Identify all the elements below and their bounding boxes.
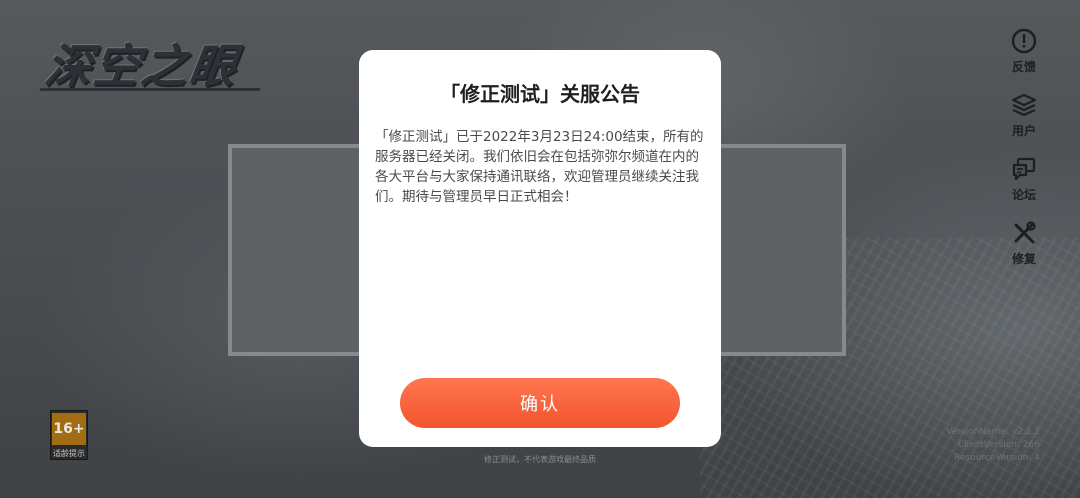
- layers-icon: [1011, 93, 1037, 117]
- nav-forum[interactable]: 论坛: [1000, 156, 1048, 220]
- right-nav: 反馈 用户 论坛 修复: [1000, 28, 1048, 284]
- nav-feedback-label: 反馈: [1011, 60, 1036, 74]
- announcement-dialog: 「修正测试」关服公告 「修正测试」已于2022年3月23日24:00结束，所有的…: [359, 50, 721, 447]
- resource-version: ResourceVersion: 4: [954, 453, 1040, 463]
- client-version: ClientVersion: 266: [957, 440, 1040, 450]
- nav-forum-label: 论坛: [1011, 188, 1036, 202]
- logo-underline: [39, 88, 261, 91]
- age-rating-value: 16+: [52, 413, 86, 445]
- game-logo: 深空之眼: [41, 39, 242, 93]
- nav-user-label: 用户: [1011, 124, 1036, 138]
- nav-feedback[interactable]: 反馈: [1000, 28, 1048, 92]
- repair-icon: [1014, 221, 1036, 244]
- confirm-button[interactable]: 确认: [400, 378, 680, 428]
- nav-repair-label: 修复: [1011, 252, 1036, 266]
- nav-user[interactable]: 用户: [1000, 92, 1048, 156]
- version-info: VersionName: v2.2.2 ClientVersion: 266 R…: [946, 426, 1040, 465]
- forum-icon: [1012, 157, 1036, 181]
- footer-notice: 修正测试，不代表游戏最终品质: [240, 454, 840, 466]
- dialog-title: 「修正测试」关服公告: [440, 82, 640, 106]
- age-rating-label: 适龄提示: [53, 449, 85, 458]
- dialog-body: 「修正测试」已于2022年3月23日24:00结束，所有的服务器已经关闭。我们依…: [375, 129, 704, 205]
- version-name: VersionName: v2.2.2: [946, 427, 1040, 437]
- feedback-icon: [1011, 28, 1037, 54]
- nav-repair[interactable]: 修复: [1000, 220, 1048, 284]
- age-rating-badge[interactable]: 16+ 适龄提示: [50, 410, 88, 460]
- footer-notice-text: 修正测试，不代表游戏最终品质: [484, 455, 596, 464]
